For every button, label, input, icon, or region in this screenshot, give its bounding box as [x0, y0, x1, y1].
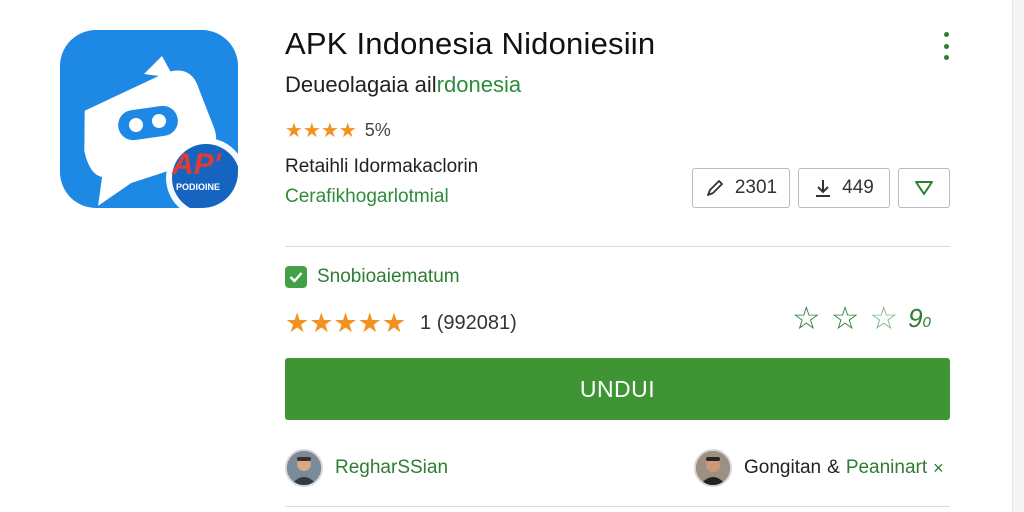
- footer-divider: [285, 506, 950, 507]
- star-rating-large: ★★★★★: [285, 308, 407, 338]
- avatar: [285, 449, 323, 487]
- app-title: APK Indonesia Nidoniesiin: [285, 26, 656, 61]
- reviewer-name: RegharSSian: [335, 457, 449, 478]
- rate-value-suffix: 0: [922, 313, 931, 331]
- developer-name[interactable]: Deueolagaia ailrdonesia: [285, 72, 521, 98]
- contributor-item[interactable]: Gongitan & Peaninart ×: [694, 449, 944, 487]
- verified-badge: Snobioaiematum: [285, 266, 460, 288]
- star-outline-icon[interactable]: ☆: [869, 302, 898, 334]
- developer-name-accent: rdonesia: [436, 72, 522, 97]
- download-button[interactable]: UNDUI: [285, 358, 950, 420]
- rating-summary: ★★★★ 5%: [285, 118, 391, 143]
- rate-app-stars: ☆ ☆ ☆ 90: [792, 302, 931, 334]
- download-stat-value: 449: [842, 177, 874, 198]
- app-icon: AP' PODIOINE: [60, 30, 238, 208]
- app-info-text: Retaihli Idormakaclorin: [285, 156, 479, 177]
- rating-row: ★★★★★ 1 (992081): [285, 308, 517, 339]
- verified-label: Snobioaiematum: [317, 266, 460, 287]
- rating-small-value: 5%: [364, 120, 391, 140]
- rating-count: 1 (992081): [420, 312, 517, 334]
- edit-stat-button[interactable]: 2301: [692, 168, 790, 208]
- app-icon-badge-text: AP': [172, 148, 221, 181]
- menu-dot: [943, 43, 949, 49]
- section-divider: [285, 246, 950, 247]
- rate-value: 90: [908, 303, 931, 334]
- reviewer-item[interactable]: RegharSSian: [285, 449, 448, 487]
- star-outline-icon[interactable]: ☆: [831, 302, 860, 334]
- developer-name-prefix: Deueolagaia ail: [285, 72, 437, 97]
- app-category-link[interactable]: Cerafikhogarlotmial: [285, 186, 449, 208]
- star-rating-small: ★★★★: [285, 120, 357, 142]
- download-stat-button[interactable]: 449: [798, 168, 890, 208]
- filter-button[interactable]: [898, 168, 950, 208]
- contributor-name-1: Gongitan: [744, 457, 822, 478]
- contributor-names: Gongitan & Peaninart ×: [744, 457, 944, 479]
- check-icon: [285, 266, 307, 288]
- contributor-joiner: &: [827, 457, 840, 478]
- edit-icon: [706, 180, 723, 196]
- contributor-name-2: Peaninart: [845, 457, 928, 478]
- app-icon-badge-subtext: PODIOINE: [176, 182, 221, 192]
- edit-stat-value: 2301: [734, 177, 778, 198]
- download-icon: [816, 180, 831, 197]
- app-store-page: AP' PODIOINE APK Indonesia Nidoniesiin D…: [0, 0, 1024, 512]
- menu-dot: [943, 55, 949, 60]
- filter-icon: [915, 181, 933, 195]
- close-icon[interactable]: ×: [933, 458, 944, 479]
- scrollbar[interactable]: [1012, 0, 1024, 512]
- more-options-icon[interactable]: [938, 32, 954, 60]
- rate-value-main: 9: [908, 302, 923, 333]
- star-outline-icon[interactable]: ☆: [792, 302, 821, 334]
- avatar: [694, 449, 732, 487]
- menu-dot: [943, 32, 949, 37]
